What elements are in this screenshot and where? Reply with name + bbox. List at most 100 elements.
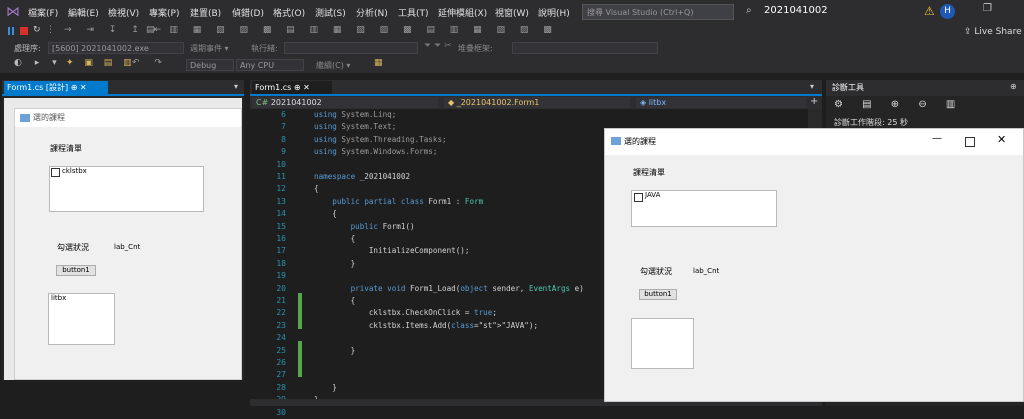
close-icon[interactable]: ✕ — [997, 133, 1006, 146]
lifecycle-events[interactable]: 週期事件 ▾ — [190, 43, 229, 54]
pin-icon[interactable]: ⊕ — [1010, 82, 1017, 91]
chevron-down-icon[interactable]: ▾ — [810, 82, 814, 91]
split-icon[interactable]: + — [810, 96, 818, 107]
maximize-icon[interactable] — [965, 137, 975, 147]
line-number: 16 — [276, 234, 286, 243]
filter-icon[interactable]: ⏷ ⏷ ✂ — [424, 41, 452, 51]
line-number: 21 — [276, 296, 286, 305]
menu-view[interactable]: 檢視(V) — [108, 6, 139, 19]
line-number: 28 — [276, 382, 286, 392]
line-number: 11 — [276, 172, 286, 181]
checkbox[interactable] — [51, 168, 60, 177]
line-number: 7 — [281, 122, 286, 132]
code-line: } — [314, 382, 337, 392]
menu-analyze[interactable]: 分析(N) — [356, 6, 388, 19]
line-number: 18 — [276, 258, 286, 268]
toolbar-separator-icon: ⋮ — [46, 25, 55, 35]
code-line: using System.Linq; — [314, 110, 397, 119]
stop-icon[interactable] — [20, 27, 28, 35]
code-line: cklstbx.Items.Add(class="st">"JAVA"); — [314, 320, 539, 330]
config-select[interactable]: Debug — [186, 59, 234, 71]
pause-icon[interactable] — [8, 27, 15, 35]
running-form-titlebar — [605, 129, 1023, 155]
listbox[interactable] — [631, 318, 694, 369]
form-app-icon — [611, 137, 621, 145]
code-line: private void Form1_Load(object sender, E… — [350, 283, 584, 293]
thread-select[interactable] — [284, 42, 418, 54]
restart-icon[interactable]: ↻ — [33, 25, 41, 35]
button1[interactable]: button1 — [56, 265, 96, 276]
warning-icon[interactable]: ⚠ — [924, 4, 935, 18]
button1[interactable]: button1 — [639, 289, 677, 300]
code-line: namespace _2021041002 — [314, 172, 411, 181]
tab-form1-designer[interactable]: Form1.cs [設計] ⊕ ✕ — [4, 81, 108, 94]
line-number: 10 — [276, 159, 286, 169]
menu-extensions[interactable]: 延伸模組(X) — [438, 6, 487, 19]
code-line: InitializeComponent(); — [314, 246, 470, 256]
chevron-down-icon[interactable]: ▾ — [234, 82, 238, 91]
menu-format[interactable]: 格式(O) — [273, 6, 305, 19]
code-line: { — [314, 209, 337, 219]
code-line: { — [314, 296, 356, 305]
class-icon: ◆ — [448, 98, 457, 107]
menu-test[interactable]: 測試(S) — [315, 6, 346, 19]
nav-member-select[interactable]: ◈ litbx — [636, 97, 806, 108]
menu-help[interactable]: 說明(H) — [538, 6, 570, 19]
minimize-icon[interactable]: — — [932, 133, 942, 144]
checkbox-item-label: JAVA — [645, 191, 661, 199]
nav-class-select[interactable]: ◆ _2021041002.Form1 — [444, 97, 630, 108]
line-number: 15 — [276, 221, 286, 231]
line-number: 6 — [281, 110, 286, 119]
tab-form1-cs[interactable]: Form1.cs ⊕ ✕ — [252, 81, 332, 94]
line-number: 20 — [276, 283, 286, 293]
file-toolbar-icons[interactable]: ✦ ▣ ▤ ▥ — [66, 58, 136, 68]
line-number: 14 — [276, 209, 286, 219]
menu-window[interactable]: 視窗(W) — [495, 6, 529, 19]
menu-build[interactable]: 建置(B) — [190, 6, 221, 19]
stackframe-select[interactable] — [512, 42, 658, 54]
line-number: 9 — [281, 147, 286, 157]
live-share-button[interactable]: ⇪ Live Share — [964, 27, 1022, 37]
pin-icon[interactable]: ⊕ ✕ — [71, 83, 87, 92]
code-line: public Form1() — [350, 221, 415, 231]
process-select[interactable]: [5600] 2021041002.exe — [48, 42, 184, 54]
code-line: { — [314, 234, 356, 243]
close-icon[interactable]: ⊕ ✕ — [294, 83, 310, 92]
platform-select[interactable]: Any CPU — [236, 59, 304, 71]
diag-session: 診斷工作階段: 25 秒 — [834, 118, 908, 127]
format-toolbar-icons[interactable]: ▤ ▥ ▦ ▧ ▨ ▩ ▤ ▥ ▦ ▧ ▨ ▩ ▤ ▥ ▦ ▧ ▨ ▩ — [146, 25, 558, 35]
label-courses: 課程清單 — [50, 144, 82, 153]
line-number: 13 — [276, 196, 286, 206]
menu-edit[interactable]: 編輯(E) — [68, 6, 99, 19]
running-form-title: 選的課程 — [624, 137, 656, 146]
nav-class-label: _2021041002.Form1 — [456, 98, 540, 107]
folder-icon[interactable]: ▦ — [374, 58, 383, 68]
nav-project-select[interactable]: C# 2021041002 — [252, 97, 438, 108]
line-number: 24 — [276, 333, 286, 343]
search-input[interactable]: 搜尋 Visual Studio (Ctrl+Q) — [582, 4, 734, 20]
label-status: 勾選狀況 — [57, 243, 89, 252]
code-line: using System.Windows.Forms; — [314, 147, 438, 157]
avatar[interactable]: H — [940, 4, 955, 19]
menu-tools[interactable]: 工具(T) — [398, 6, 429, 19]
menu-project[interactable]: 專案(P) — [149, 6, 179, 19]
designer-tab-label: Form1.cs [設計] — [7, 83, 69, 92]
line-number: 19 — [276, 271, 286, 281]
label-cnt: lab_Cnt — [114, 243, 141, 251]
diag-toolbar-icons[interactable]: ⚙ ▤ ⊕ ⊖ ▥ — [834, 99, 963, 110]
form-app-icon — [20, 114, 30, 122]
menu-debug[interactable]: 偵錯(D) — [232, 6, 264, 19]
checkbox-java[interactable] — [634, 193, 643, 202]
restore-icon[interactable]: ❐ — [983, 3, 992, 14]
code-line: } — [314, 258, 356, 268]
line-number: 26 — [276, 358, 286, 367]
undo-redo-icons[interactable]: ↶ ↷ — [132, 58, 168, 68]
line-number: 30 — [276, 407, 286, 417]
search-icon[interactable]: ⌕ — [746, 5, 752, 16]
menu-file[interactable]: 檔案(F) — [28, 6, 58, 19]
nav-back-forward-icons[interactable]: ◐ ▸ ▾ — [14, 58, 62, 68]
code-line: public partial class Form1 : Form — [332, 196, 484, 206]
line-number: 17 — [276, 246, 286, 256]
line-number: 23 — [276, 320, 286, 330]
continue-button[interactable]: 繼續(C) ▾ — [316, 60, 350, 71]
